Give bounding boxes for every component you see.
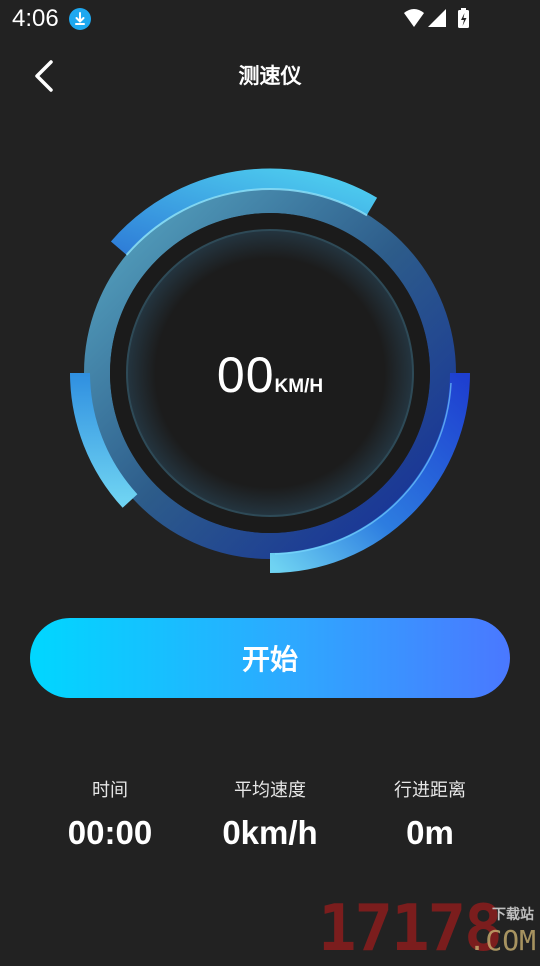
watermark-logo: 17178 下载站 .COM	[318, 892, 540, 966]
speed-unit: KM/H	[274, 376, 324, 397]
signal-icon	[428, 9, 446, 27]
stat-time-value: 00:00	[67, 814, 153, 851]
start-button-label: 开始	[241, 644, 298, 675]
stat-distance-label: 行进距离	[394, 780, 466, 800]
stat-time-label: 时间	[92, 780, 128, 800]
speed-value: 00	[216, 347, 275, 403]
status-time: 4:06	[12, 5, 59, 32]
speed-readout: 00KM/H	[0, 346, 540, 404]
wifi-icon	[404, 9, 424, 27]
watermark-com: .COM	[468, 924, 536, 957]
download-icon	[69, 8, 91, 30]
stat-distance: 行进距离 0m	[350, 776, 510, 852]
page-title: 测速仪	[238, 65, 302, 88]
watermark-cn: 下载站	[492, 906, 534, 922]
stat-distance-value: 0m	[406, 814, 454, 851]
status-bar: 4:06	[0, 0, 540, 38]
stat-avg-speed-value: 0km/h	[222, 814, 318, 851]
system-icons	[402, 7, 502, 36]
battery-charging-icon	[458, 8, 469, 28]
stat-avg-speed: 平均速度 0km/h	[190, 776, 350, 852]
stat-time: 时间 00:00	[30, 776, 190, 852]
stat-avg-speed-label: 平均速度	[234, 780, 306, 800]
start-button[interactable]: 开始	[30, 618, 510, 698]
